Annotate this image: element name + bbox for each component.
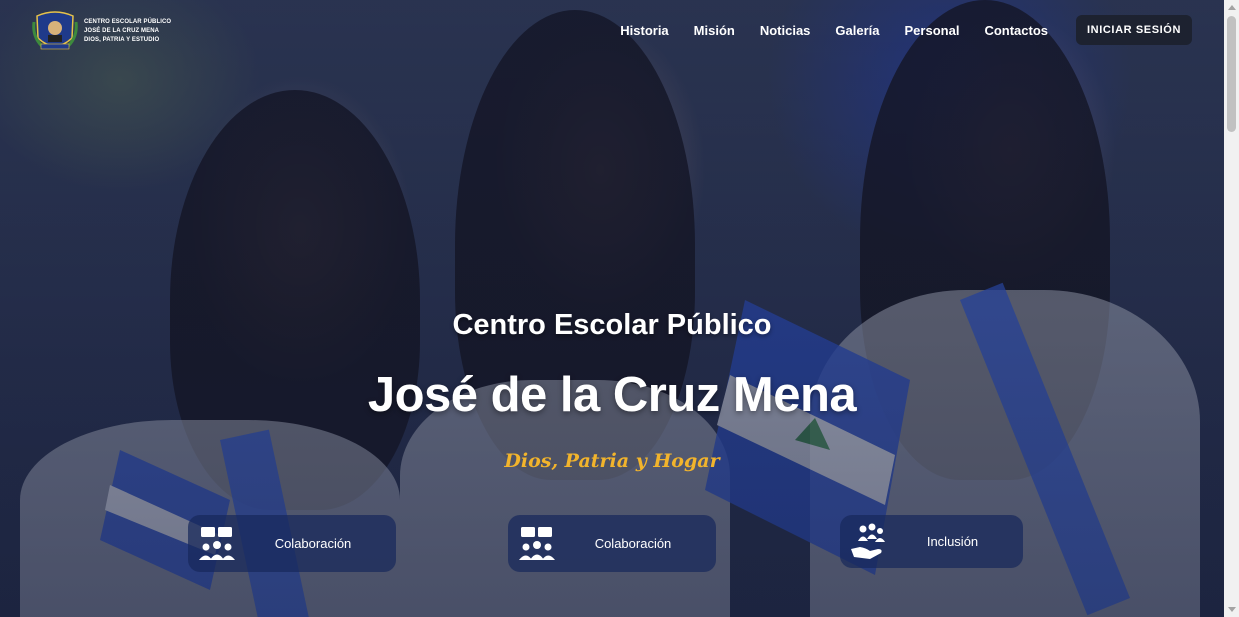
nav-historia[interactable]: Historia <box>620 23 668 38</box>
hero-subtitle: Centro Escolar Público <box>452 309 772 341</box>
hero-motto: Dios, Patria y Hogar <box>504 450 720 472</box>
nav-galeria[interactable]: Galería <box>835 23 879 38</box>
feature-label: Colaboración <box>274 536 352 551</box>
logo-line-3: DIOS, PATRIA Y ESTUDIO <box>84 36 160 43</box>
hero-title: José de la Cruz Mena <box>367 368 857 422</box>
nav-personal[interactable]: Personal <box>905 23 960 38</box>
hand-people-icon <box>851 523 885 559</box>
feature-label: Colaboración <box>594 536 672 551</box>
feature-label: Inclusión <box>926 534 979 549</box>
main-nav: Historia Misión Noticias Galería Persona… <box>595 15 1192 45</box>
nav-mision[interactable]: Misión <box>694 23 735 38</box>
nav-contactos[interactable]: Contactos <box>984 23 1048 38</box>
logo-line-2: JOSÉ DE LA CRUZ MENA <box>84 27 160 34</box>
scroll-down-arrow-icon[interactable] <box>1228 607 1236 612</box>
scroll-thumb[interactable] <box>1227 16 1236 132</box>
school-crest-icon <box>32 11 78 50</box>
school-logo[interactable]: CENTRO ESCOLAR PÚBLICO JOSÉ DE LA CRUZ M… <box>32 8 171 54</box>
group-meeting-icon <box>519 526 555 560</box>
logo-line-1: CENTRO ESCOLAR PÚBLICO <box>84 18 172 25</box>
feature-card-inclusion[interactable]: Inclusión <box>840 515 1023 568</box>
nav-noticias[interactable]: Noticias <box>760 23 811 38</box>
feature-card-collaboration-1[interactable]: Colaboración <box>188 515 396 572</box>
logo-text: CENTRO ESCOLAR PÚBLICO JOSÉ DE LA CRUZ M… <box>84 18 171 45</box>
page-scrollbar[interactable] <box>1224 0 1239 617</box>
scroll-up-arrow-icon[interactable] <box>1228 5 1236 10</box>
feature-card-collaboration-2[interactable]: Colaboración <box>508 515 716 572</box>
login-button[interactable]: INICIAR SESIÓN <box>1076 15 1192 45</box>
group-meeting-icon <box>199 526 235 560</box>
